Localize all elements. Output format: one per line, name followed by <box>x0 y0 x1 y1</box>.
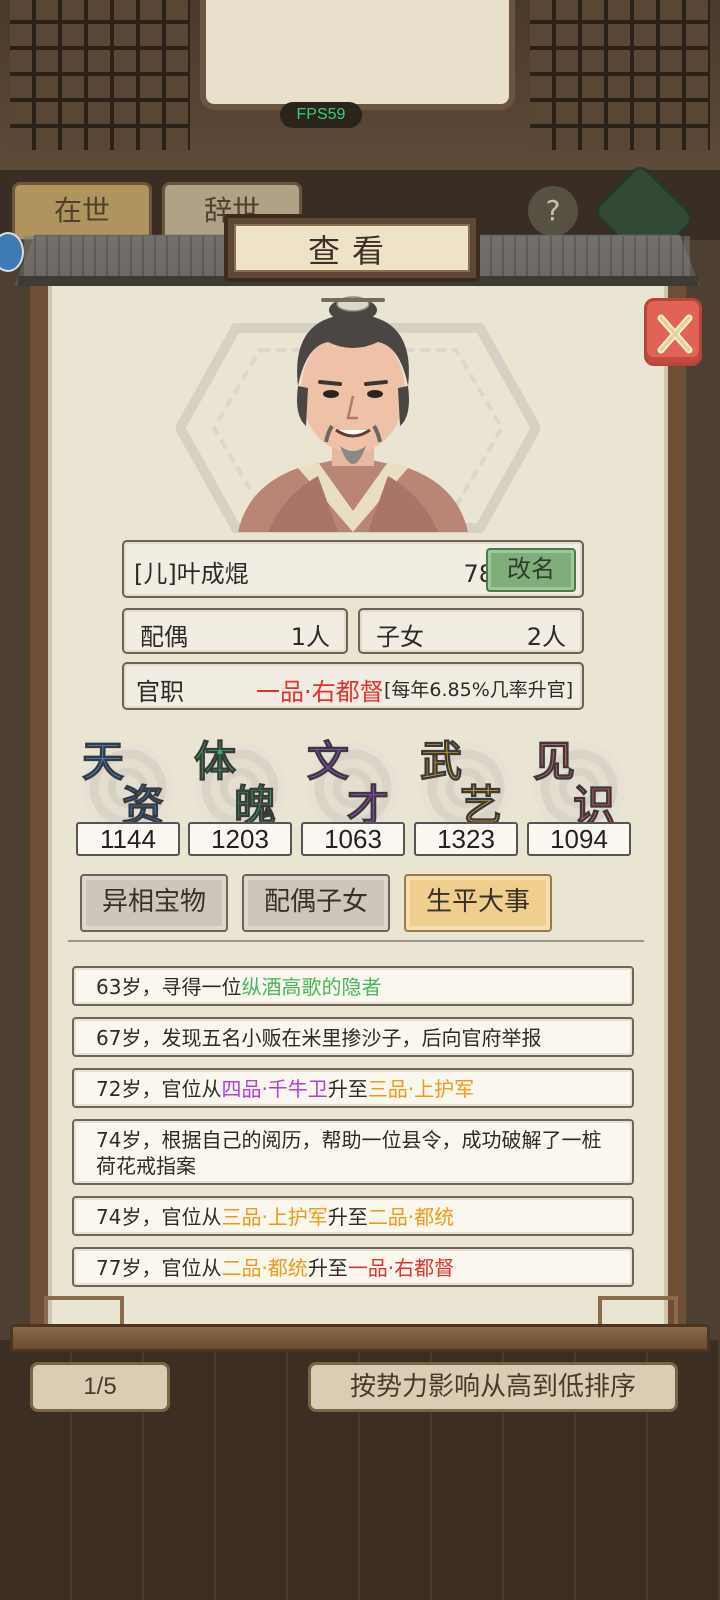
event-item: 77岁，官位从二品·都统升至一品·右都督 <box>72 1247 634 1287</box>
spouse-value: 1人 <box>290 623 330 651</box>
attribute-insight: 见 识 1094 <box>527 728 631 858</box>
event-item: 74岁，官位从三品·上护军升至二品·都统 <box>72 1196 634 1236</box>
event-highlight: 二品·都统 <box>367 1205 455 1229</box>
event-highlight: 四品·千牛卫 <box>221 1077 328 1101</box>
event-text: 72岁，官位从 <box>96 1077 222 1101</box>
sort-button[interactable]: 按势力影响从高到低排序 <box>308 1362 678 1412</box>
attribute-value: 1203 <box>188 822 292 856</box>
event-highlight: 二品·都统 <box>221 1256 308 1280</box>
event-highlight: 纵酒高歌的隐者 <box>241 975 382 999</box>
attribute-value: 1323 <box>414 822 518 856</box>
attribute-char-1: 天 <box>81 737 125 787</box>
attribute-value: 1063 <box>301 822 405 856</box>
event-item: 74岁，根据自己的阅历，帮助一位县令，成功破解了一桩荷花戒指案 <box>72 1119 634 1185</box>
attribute-physique: 体 魄 1203 <box>188 728 292 858</box>
tab-treasures[interactable]: 异相宝物 <box>80 874 228 932</box>
character-portrait <box>238 296 468 532</box>
window-lattice-left <box>10 0 190 150</box>
children-value: 2人 <box>526 623 566 651</box>
event-text: 74岁，根据自己的阅历，帮助一位县令，成功破解了一桩荷花戒指案 <box>96 1128 602 1178</box>
rail-decoration <box>44 1296 124 1326</box>
tab-family[interactable]: 配偶子女 <box>242 874 390 932</box>
tab-life-events[interactable]: 生平大事 <box>404 874 552 932</box>
attribute-literary: 文 才 1063 <box>301 728 405 858</box>
title-plaque: 查看 <box>224 214 480 282</box>
children-label: 子女 <box>376 623 424 651</box>
orchid-painting <box>200 0 515 110</box>
event-text: 67岁，发现五名小贩在米里掺沙子，后向官府举报 <box>96 1026 542 1050</box>
pager[interactable]: 1/5 <box>30 1362 170 1412</box>
help-icon[interactable]: ? <box>528 186 578 236</box>
name-row: [儿]叶成焜 78岁 改名 <box>122 540 584 598</box>
attribute-char-1: 武 <box>419 737 463 787</box>
spouse-label: 配偶 <box>140 623 188 651</box>
attribute-value: 1094 <box>527 822 631 856</box>
attribute-char-1: 体 <box>193 737 237 787</box>
close-icon <box>657 314 693 354</box>
office-row: 官职 一品·右都督 [每年6.85%几率升官] <box>122 662 584 710</box>
event-text: 升至 <box>327 1205 368 1229</box>
attribute-value: 1144 <box>76 822 180 856</box>
event-text: 74岁，官位从 <box>96 1205 222 1229</box>
divider <box>68 940 644 950</box>
scroll-bottom-rail <box>10 1324 710 1352</box>
attribute-char-1: 文 <box>306 737 350 787</box>
office-label: 官职 <box>136 678 184 706</box>
event-highlight: 三品·上护军 <box>221 1205 328 1229</box>
window-lattice-right <box>530 0 710 150</box>
attribute-talent: 天 资 1144 <box>76 728 180 858</box>
children-count-row: 子女 2人 <box>358 608 584 654</box>
tab-alive[interactable]: 在世 <box>12 182 152 242</box>
event-text: 77岁，官位从 <box>96 1256 222 1280</box>
event-text: 63岁，寻得一位 <box>96 975 242 999</box>
dialog-title: 查看 <box>234 224 470 272</box>
spouse-count-row: 配偶 1人 <box>122 608 348 654</box>
attribute-char-1: 见 <box>532 737 576 787</box>
attribute-martial: 武 艺 1323 <box>414 728 518 858</box>
event-item: 63岁，寻得一位纵酒高歌的隐者 <box>72 966 634 1006</box>
promotion-rate: [每年6.85%几率升官] <box>384 679 574 701</box>
event-item: 67岁，发现五名小贩在米里掺沙子，后向官府举报 <box>72 1017 634 1057</box>
close-button[interactable] <box>644 298 702 366</box>
side-pillar-right <box>680 240 720 1360</box>
event-text: 升至 <box>307 1256 348 1280</box>
event-text: 升至 <box>327 1077 368 1101</box>
event-highlight: 三品·上护军 <box>367 1077 475 1101</box>
event-item: 72岁，官位从四品·千牛卫升至三品·上护军 <box>72 1068 634 1108</box>
rail-decoration <box>598 1296 678 1326</box>
event-highlight: 一品·右都督 <box>347 1256 455 1280</box>
character-name: [儿]叶成焜 <box>134 560 249 588</box>
fps-counter: FPS59 <box>280 102 362 128</box>
rename-button[interactable]: 改名 <box>486 548 576 592</box>
office-rank: 一品·右都督 <box>256 678 384 706</box>
